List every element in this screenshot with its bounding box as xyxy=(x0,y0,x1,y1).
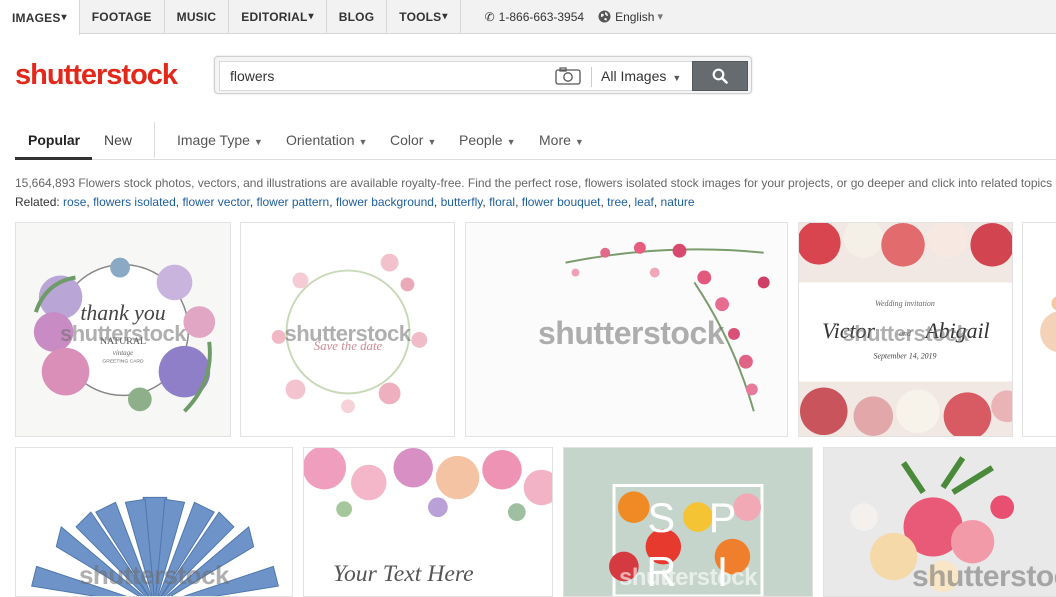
image-type-select-label: All Images xyxy=(601,68,666,84)
filter-people-label: People xyxy=(459,132,503,148)
result-thumbnail-pink-roses-corner[interactable]: shutterstock xyxy=(465,222,788,437)
results-summary: 15,664,893 Flowers stock photos, vectors… xyxy=(15,176,1052,190)
topnav-music[interactable]: MUSIC xyxy=(165,0,230,33)
phone-icon: ✆ xyxy=(485,10,495,24)
watercolor-flowers-image: Your Text Here xyxy=(304,448,552,596)
caret-down-icon: ▼ xyxy=(254,137,263,147)
related-link[interactable]: flowers isolated xyxy=(93,195,176,209)
result-thumbnail-spring-poster[interactable]: S P R I shutterstock xyxy=(563,447,813,597)
shutterstock-logo[interactable]: shutterstock xyxy=(15,55,177,95)
related-link[interactable]: leaf xyxy=(635,195,654,209)
search-button[interactable] xyxy=(692,61,748,91)
tab-new[interactable]: New xyxy=(104,132,132,148)
filter-bar: Popular New Image Type ▼ Orientation ▼ Col… xyxy=(15,122,1056,160)
card-letter-text: P xyxy=(709,494,737,541)
flower-arrangement-image xyxy=(824,448,1056,596)
topnav-blog-label: BLOG xyxy=(339,10,374,24)
caret-down-icon: ▼ xyxy=(427,137,436,147)
topnav-editorial-label: EDITORIAL xyxy=(241,10,307,24)
floral-wreath-image: Save the date xyxy=(241,223,454,436)
chevron-down-icon: ▾ xyxy=(442,11,447,22)
result-thumbnail-watercolor-floral[interactable]: Your Text Here xyxy=(303,447,553,597)
card-script-text: thank you xyxy=(80,301,165,325)
wedding-invitation-image: Wedding invitation Victor and Abigail Se… xyxy=(799,223,1012,436)
topnav-images-label: IMAGES xyxy=(12,11,61,25)
card-script-text: Save the date xyxy=(314,339,383,353)
caret-down-icon: ▼ xyxy=(575,137,584,147)
card-caption-text: NATURAL xyxy=(100,336,146,347)
filter-people[interactable]: People ▼ xyxy=(459,132,516,148)
filter-orientation[interactable]: Orientation ▼ xyxy=(286,132,367,148)
language-label: English xyxy=(615,10,654,24)
result-thumbnail-save-the-date[interactable]: Save the date shutterstock xyxy=(240,222,455,437)
search-bar: All Images ▼ xyxy=(214,56,752,94)
spring-flowers-image: S P R I xyxy=(564,448,812,596)
topnav-blog[interactable]: BLOG xyxy=(327,0,387,33)
card-caption-text: vintage xyxy=(113,350,133,357)
chevron-down-icon: ▾ xyxy=(657,10,663,23)
related-link[interactable]: rose xyxy=(63,195,86,209)
card-script-text: Victor xyxy=(822,319,875,343)
chevron-down-icon: ▾ xyxy=(309,11,314,22)
search-icon xyxy=(712,68,728,84)
card-script-text: Your Text Here xyxy=(333,561,474,587)
roses-image xyxy=(466,223,787,436)
related-link[interactable]: flower vector xyxy=(182,195,249,209)
related-link[interactable]: nature xyxy=(661,195,695,209)
filter-more-label: More xyxy=(539,132,571,148)
card-caption-text: GREETING CARD xyxy=(102,359,144,365)
filter-color[interactable]: Color ▼ xyxy=(390,132,436,148)
floral-wreath-image: thank you NATURAL vintage GREETING CARD xyxy=(16,223,230,436)
related-link[interactable]: flower background xyxy=(336,195,434,209)
topnav-images[interactable]: IMAGES▾ xyxy=(0,0,80,35)
phone-number: 1-866-663-3954 xyxy=(499,10,584,24)
filter-image-type-label: Image Type xyxy=(177,132,250,148)
tab-popular[interactable]: Popular xyxy=(28,132,80,148)
card-caption-text: Wedding invitation xyxy=(875,299,935,308)
card-letter-text: I xyxy=(717,548,729,595)
filter-more[interactable]: More ▼ xyxy=(539,132,584,148)
card-letter-text: S xyxy=(648,494,676,541)
search-divider xyxy=(591,67,592,87)
camera-icon[interactable] xyxy=(555,67,581,85)
globe-icon xyxy=(598,10,611,23)
filter-image-type[interactable]: Image Type ▼ xyxy=(177,132,263,148)
caret-down-icon: ▼ xyxy=(507,137,516,147)
related-label: Related: xyxy=(15,195,60,209)
filter-orientation-label: Orientation xyxy=(286,132,354,148)
related-link[interactable]: flower bouquet xyxy=(522,195,601,209)
active-tab-indicator xyxy=(15,157,92,160)
topnav-editorial[interactable]: EDITORIAL▾ xyxy=(229,0,326,33)
result-thumbnail-flower-arrangement[interactable]: shutterstock xyxy=(823,447,1056,597)
topnav-footage[interactable]: FOOTAGE xyxy=(80,0,165,33)
language-selector[interactable]: English ▾ xyxy=(598,0,663,33)
filter-color-label: Color xyxy=(390,132,423,148)
related-link[interactable]: flower pattern xyxy=(256,195,329,209)
card-script-text: Abigail xyxy=(923,319,989,343)
related-topics: Related: rose, flowers isolated, flower … xyxy=(15,195,695,209)
image-type-select[interactable]: All Images ▼ xyxy=(601,68,681,84)
topnav-music-label: MUSIC xyxy=(177,10,217,24)
related-link[interactable]: floral xyxy=(489,195,515,209)
chevron-down-icon: ▾ xyxy=(62,12,67,23)
card-caption-text: September 14, 2019 xyxy=(873,352,936,361)
topnav-footage-label: FOOTAGE xyxy=(92,10,152,24)
caret-down-icon: ▼ xyxy=(358,137,367,147)
top-navigation-bar: IMAGES▾ FOOTAGE MUSIC EDITORIAL▾ BLOG TO… xyxy=(0,0,1056,34)
topnav-tools[interactable]: TOOLS▾ xyxy=(387,0,460,33)
topnav-tools-label: TOOLS xyxy=(399,10,441,24)
caret-down-icon: ▼ xyxy=(672,73,681,83)
result-thumbnail-thank-you-card[interactable]: thank you NATURAL vintage GREETING CARD … xyxy=(15,222,231,437)
flower-image xyxy=(1023,223,1056,436)
filter-separator xyxy=(154,122,155,158)
result-thumbnail-blue-dahlia[interactable]: shutterstock xyxy=(15,447,293,597)
related-link[interactable]: tree xyxy=(607,195,628,209)
result-thumbnail-partial[interactable] xyxy=(1022,222,1056,437)
related-link[interactable]: butterfly xyxy=(441,195,483,209)
card-letter-text: R xyxy=(646,548,676,595)
result-thumbnail-wedding-invitation[interactable]: Wedding invitation Victor and Abigail Se… xyxy=(798,222,1013,437)
card-caption-text: and xyxy=(899,329,911,338)
blue-dahlia-image xyxy=(16,448,292,596)
phone-contact[interactable]: ✆ 1-866-663-3954 xyxy=(461,0,598,33)
